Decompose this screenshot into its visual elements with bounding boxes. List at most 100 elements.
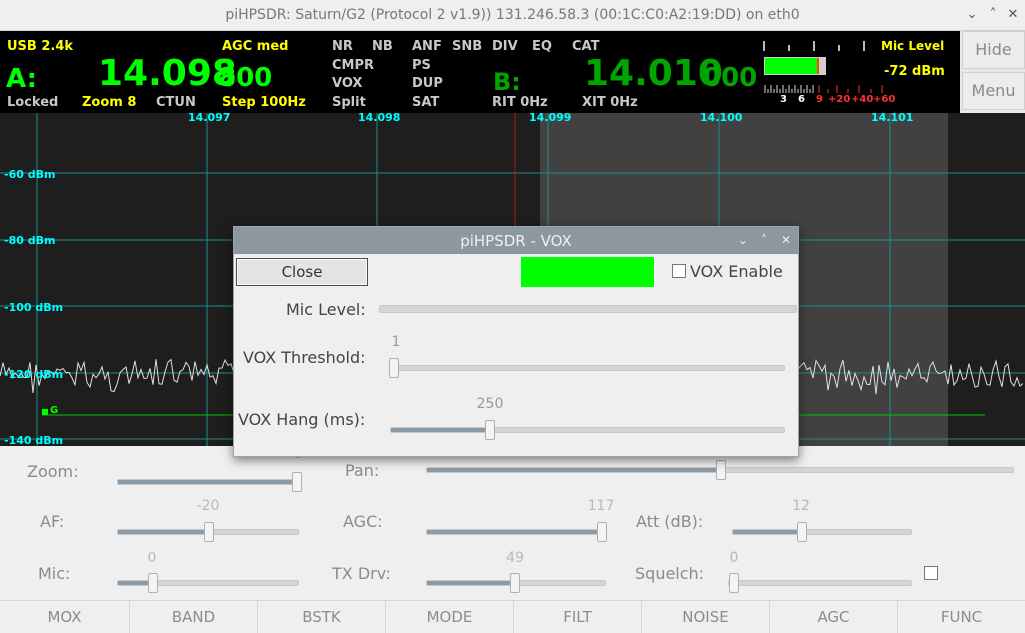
mic-slider-value: 0 [147, 550, 157, 566]
squelch-checkbox[interactable] [924, 566, 938, 580]
agc-label[interactable]: AGC med [222, 39, 288, 54]
txdrv-slider[interactable] [426, 573, 606, 593]
squelch-slider-label: Squelch: [635, 564, 705, 583]
ctun-label[interactable]: CTUN [156, 95, 196, 110]
window-titlebar[interactable]: piHPSDR: Saturn/G2 (Protocol 2 v1.9)) 13… [0, 0, 1025, 31]
af-slider[interactable] [117, 522, 299, 542]
vox-dialog-titlebar[interactable]: piHPSDR - VOX ⌄ ˄ ✕ [234, 227, 798, 254]
dbm-tick-100: -100 dBm [4, 301, 64, 314]
flag-split[interactable]: Split [332, 95, 366, 110]
vox-enable-checkbox[interactable] [672, 264, 686, 278]
marker-label: G [50, 405, 59, 416]
vox-threshold-label: VOX Threshold: [243, 348, 366, 367]
vox-enable-label[interactable]: VOX Enable [690, 262, 783, 281]
zoom-label[interactable]: Zoom 8 [82, 95, 136, 110]
locked-label[interactable]: Locked [7, 95, 58, 110]
dbm-tick-60: -60 dBm [4, 168, 56, 181]
dialog-close-icon[interactable]: ✕ [779, 232, 793, 248]
txdrv-slider-label: TX Drv: [332, 564, 391, 583]
meter-scale-3: 3 [780, 94, 787, 105]
flag-cat[interactable]: CAT [572, 39, 599, 54]
pan-slider[interactable] [426, 460, 1014, 480]
vfo-a-freq-sub[interactable]: 800 [218, 63, 272, 93]
flag-nr[interactable]: NR [332, 39, 353, 54]
meter-scale-9: 9 [816, 94, 823, 105]
vox-dialog[interactable]: piHPSDR - VOX ⌄ ˄ ✕ Close VOX Enable Mic… [233, 226, 799, 457]
meter-scale-6: 6 [798, 94, 805, 105]
freq-tick-5: 14.101 [871, 111, 914, 124]
func-button[interactable]: FUNC [898, 601, 1025, 633]
meter-scale-40: +40 [851, 94, 874, 105]
txdrv-slider-value: 49 [506, 550, 524, 566]
meter-bar [765, 58, 818, 74]
dialog-maximize-icon[interactable]: ˄ [757, 232, 771, 248]
mic-level-label: Mic Level: [286, 300, 366, 319]
meter-label: Mic Level [881, 39, 945, 53]
meter-scale-20: +20 [828, 94, 851, 105]
close-window-icon[interactable]: ✕ [1004, 6, 1022, 24]
xit-label[interactable]: XIT 0Hz [582, 95, 638, 110]
freq-tick-2: 14.098 [358, 111, 401, 124]
agc-button[interactable]: AGC [770, 601, 898, 633]
flag-div[interactable]: DIV [492, 39, 518, 54]
flag-snb[interactable]: SNB [452, 39, 482, 54]
freq-tick-1: 14.097 [188, 111, 231, 124]
mic-level-bar [379, 305, 797, 313]
close-button[interactable]: Close [236, 258, 368, 286]
dbm-tick-120: -120 dBm [4, 368, 64, 381]
step-label[interactable]: Step 100Hz [222, 95, 306, 110]
flag-sat[interactable]: SAT [412, 95, 439, 110]
meter-scale-60: +60 [873, 94, 896, 105]
band-button[interactable]: BAND [130, 601, 258, 633]
agc-slider[interactable] [426, 522, 607, 542]
freq-tick-3: 14.099 [529, 111, 572, 124]
function-bar: MOX BAND BSTK MODE FILT NOISE AGC FUNC [0, 600, 1025, 633]
agc-slider-value: 117 [587, 498, 615, 514]
vox-threshold-slider[interactable] [389, 358, 785, 378]
af-slider-value: -20 [196, 498, 220, 514]
flag-eq[interactable]: EQ [532, 39, 552, 54]
flag-nb[interactable]: NB [372, 39, 393, 54]
att-slider[interactable] [732, 522, 912, 542]
mic-slider[interactable] [117, 573, 299, 593]
window-title: piHPSDR: Saturn/G2 (Protocol 2 v1.9)) 13… [225, 7, 800, 23]
flag-dup[interactable]: DUP [412, 76, 443, 91]
bstk-button[interactable]: BSTK [258, 601, 386, 633]
minimize-icon[interactable]: ⌄ [963, 6, 981, 24]
pan-slider-label: Pan: [345, 461, 380, 480]
vfo-b-freq-sub[interactable]: 000 [703, 63, 757, 93]
hide-button[interactable]: Hide [962, 31, 1025, 69]
menu-button[interactable]: Menu [962, 72, 1025, 110]
zoom-slider-label: Zoom: [27, 462, 79, 481]
mode-button[interactable]: MODE [386, 601, 514, 633]
vfo-a-freq[interactable]: 14.098 [98, 53, 237, 94]
freq-tick-4: 14.100 [700, 111, 743, 124]
vox-hang-label: VOX Hang (ms): [238, 410, 366, 429]
flag-ps[interactable]: PS [412, 58, 431, 73]
dbm-tick-80: -80 dBm [4, 234, 56, 247]
flag-anf[interactable]: ANF [412, 39, 442, 54]
vox-threshold-value: 1 [391, 334, 401, 350]
flag-cmpr[interactable]: CMPR [332, 58, 374, 73]
squelch-slider[interactable] [728, 573, 912, 593]
dialog-minimize-icon[interactable]: ⌄ [736, 232, 750, 248]
vfo-b-label: B: [493, 68, 521, 96]
vox-dialog-title: piHPSDR - VOX [460, 232, 572, 250]
att-slider-value: 12 [792, 498, 810, 514]
rit-label[interactable]: RIT 0Hz [492, 95, 548, 110]
mode-label[interactable]: USB 2.4k [7, 39, 73, 54]
vox-indicator [521, 257, 654, 287]
squelch-slider-value: 0 [729, 550, 739, 566]
mox-button[interactable]: MOX [0, 601, 130, 633]
zoom-slider[interactable] [117, 472, 302, 492]
agc-slider-label: AGC: [343, 512, 383, 531]
filt-button[interactable]: FILT [514, 601, 642, 633]
vfo-panel[interactable]: USB 2.4k AGC med A: 14.098 800 Locked Zo… [0, 31, 960, 113]
maximize-icon[interactable]: ˄ [984, 6, 1002, 24]
flag-vox[interactable]: VOX [332, 76, 362, 91]
meter-value: -72 dBm [884, 64, 945, 79]
vfo-a-label: A: [6, 64, 38, 94]
vox-hang-slider[interactable] [390, 420, 785, 440]
noise-button[interactable]: NOISE [642, 601, 770, 633]
af-slider-label: AF: [40, 512, 65, 531]
